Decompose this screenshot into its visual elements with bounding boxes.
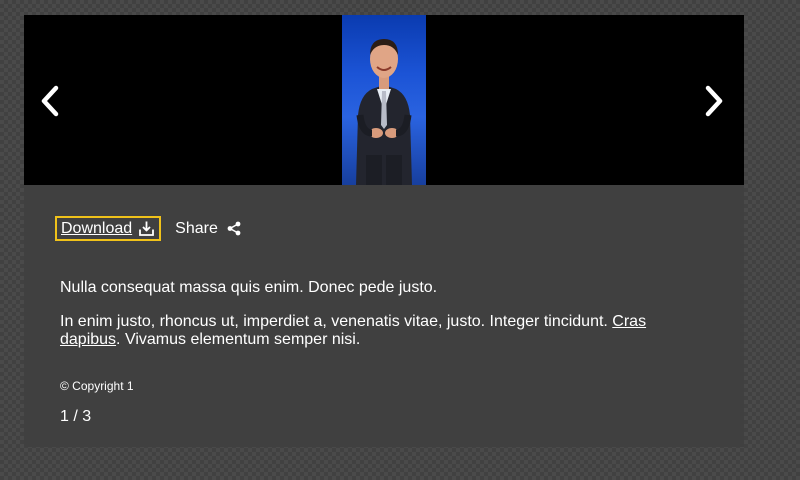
lightbox: Download Share Nulla consequat massa qui… [24,15,744,447]
previous-button[interactable] [30,79,70,123]
chevron-right-icon [705,85,723,117]
next-button[interactable] [694,79,734,123]
share-icon [227,221,241,236]
speaker-photo-illustration [356,39,412,185]
image-caption: Nulla consequat massa quis enim. Donec p… [60,279,700,365]
slide-counter: 1 / 3 [60,408,92,425]
caption-text: In enim justo, rhoncus ut, imperdiet a, … [60,313,613,330]
download-label: Download [61,219,133,237]
download-button[interactable]: Download [55,216,162,241]
action-bar: Download Share [55,216,241,241]
copyright-text: © Copyright 1 [60,379,134,393]
gallery-photo [342,15,426,185]
download-icon [138,220,155,237]
chevron-left-icon [41,85,59,117]
share-label: Share [175,219,218,237]
caption-paragraph-1: Nulla consequat massa quis enim. Donec p… [60,279,438,296]
share-button[interactable]: Share [175,220,241,238]
image-stage [24,15,744,185]
caption-text-end: . Vivamus elementum semper nisi. [116,331,361,348]
caption-paragraph-2: In enim justo, rhoncus ut, imperdiet a, … [60,313,700,349]
